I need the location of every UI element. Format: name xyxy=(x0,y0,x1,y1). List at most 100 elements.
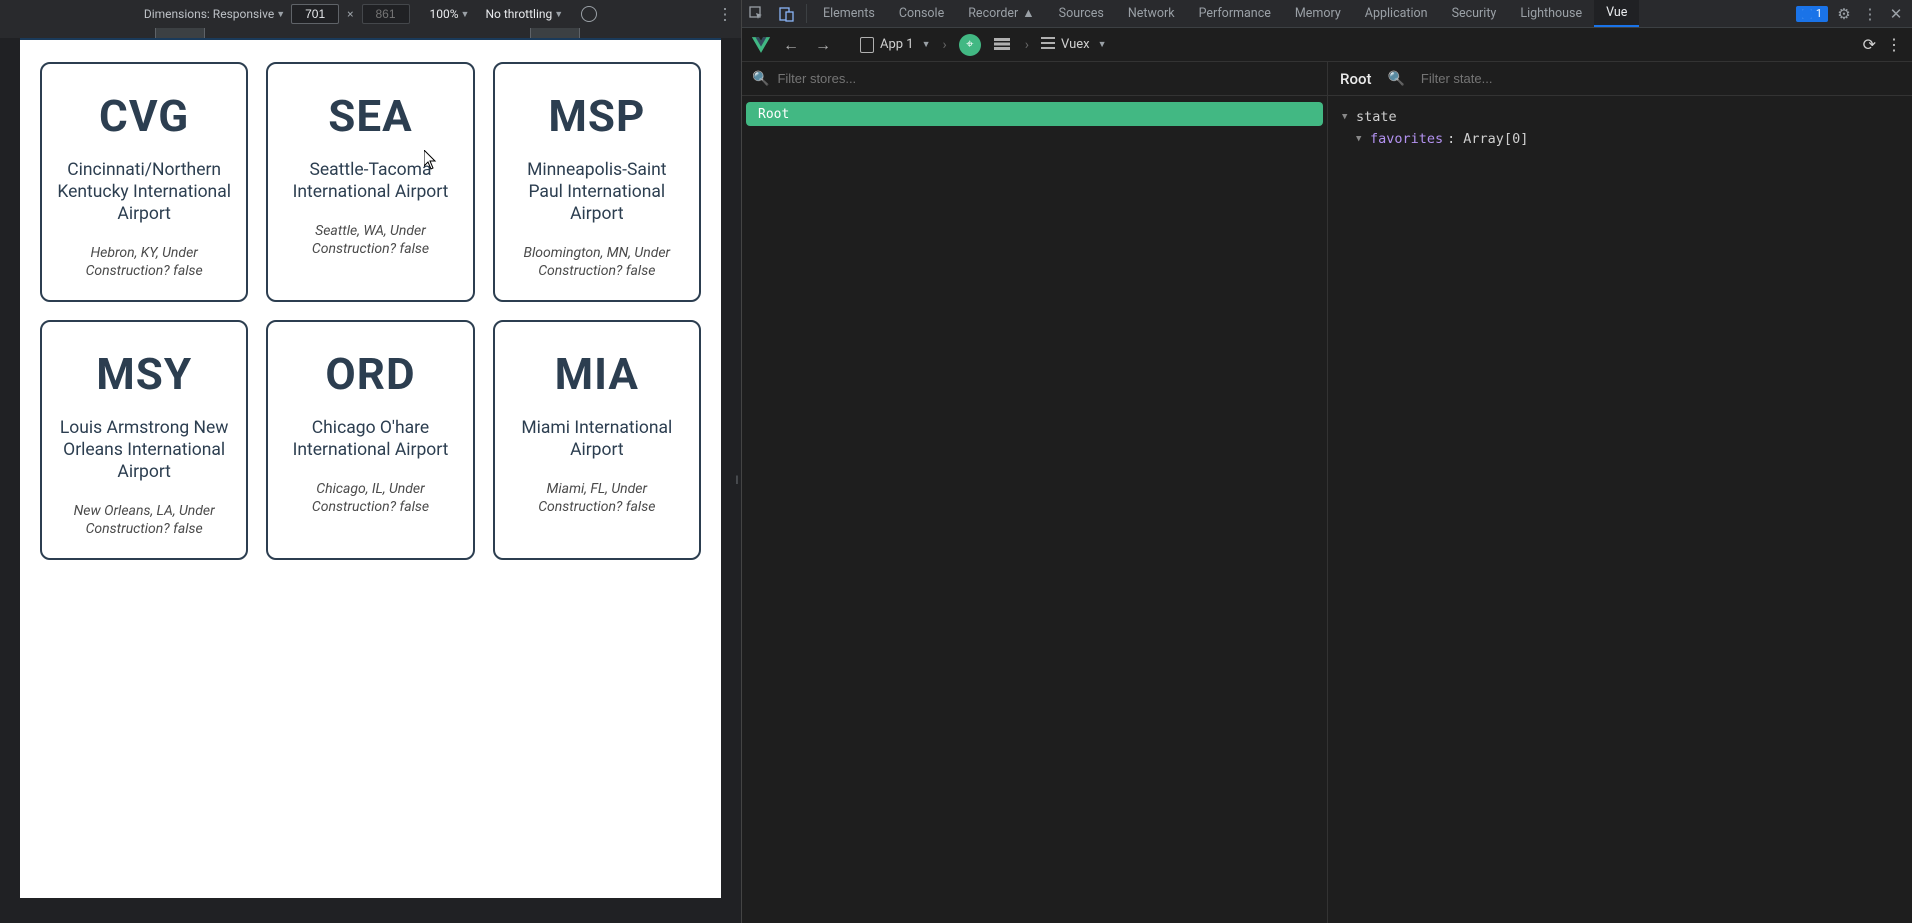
app-label: App 1 xyxy=(880,37,914,52)
airport-code: ORD xyxy=(325,348,415,400)
breadcrumb-separator: › xyxy=(941,37,949,53)
devtools-tab-memory[interactable]: Memory xyxy=(1283,0,1353,27)
store-tree-item-label: Root xyxy=(758,107,789,122)
chevron-down-icon: ▼ xyxy=(554,9,563,20)
devtools-tab-performance[interactable]: Performance xyxy=(1187,0,1283,27)
vue-devtools-toolbar: ← → App 1 ▼ › ⌖ › Vuex ▼ ⟳ ⋮ xyxy=(742,28,1912,62)
settings-gear-icon[interactable]: ⚙ xyxy=(1834,5,1854,23)
search-icon: 🔍 xyxy=(1387,71,1404,87)
resize-handle[interactable]: || xyxy=(731,461,741,501)
devtools-tab-label: Recorder xyxy=(968,6,1018,21)
devtools-tab-label: Memory xyxy=(1295,6,1341,21)
devtools-tab-application[interactable]: Application xyxy=(1353,0,1440,27)
filter-stores-input[interactable] xyxy=(777,71,1317,86)
vue-logo-icon xyxy=(752,36,770,54)
devtools-tab-label: Elements xyxy=(823,6,875,21)
more-options-icon[interactable]: ⋮ xyxy=(1886,35,1902,54)
inspector-label: Vuex xyxy=(1061,37,1090,52)
inspector-components-icon[interactable]: ⌖ xyxy=(959,34,981,56)
airport-card-grid: CVG Cincinnati/Northern Kentucky Internat… xyxy=(20,40,721,582)
caret-down-icon: ▼ xyxy=(1356,128,1366,150)
airport-name: Cincinnati/Northern Kentucky Internation… xyxy=(56,160,232,226)
stores-panel: 🔍 Root xyxy=(742,62,1328,923)
airport-name: Louis Armstrong New Orleans Internationa… xyxy=(56,418,232,484)
devtools-tab-lighthouse[interactable]: Lighthouse xyxy=(1508,0,1594,27)
width-input[interactable] xyxy=(291,4,339,24)
dimensions-separator: × xyxy=(345,7,355,21)
toggle-device-icon[interactable] xyxy=(772,0,802,27)
document-icon xyxy=(860,37,874,53)
state-value-label: Array[0] xyxy=(1463,128,1528,150)
dimensions-dropdown[interactable]: Dimensions: Responsive ▼ xyxy=(144,7,285,21)
airport-card[interactable]: MSY Louis Armstrong New Orleans Internati… xyxy=(40,320,248,560)
devtools-tab-label: Vue xyxy=(1606,5,1627,20)
devtools-tab-label: Console xyxy=(899,6,944,21)
back-button[interactable]: ← xyxy=(780,35,802,55)
breadcrumb-separator: › xyxy=(1023,37,1031,53)
devtools-tab-console[interactable]: Console xyxy=(887,0,956,27)
recorder-badge-icon: ▲ xyxy=(1022,6,1034,21)
chevron-down-icon: ▼ xyxy=(1098,39,1107,50)
devtools-tabs: Elements Console Recorder ▲ Sources Network P… xyxy=(742,0,1912,28)
devtools-tab-label: Security xyxy=(1452,6,1497,21)
close-devtools-icon[interactable]: ✕ xyxy=(1886,5,1906,23)
forward-button[interactable]: → xyxy=(812,35,834,55)
airport-location: Seattle, WA, Under Construction? false xyxy=(282,222,458,258)
devtools-tab-sources[interactable]: Sources xyxy=(1047,0,1116,27)
state-tree: ▼ state ▼ favorites: Array[0] xyxy=(1328,96,1912,160)
devtools-tab-label: Sources xyxy=(1059,6,1104,21)
airport-card[interactable]: ORDChicago O'hare International AirportC… xyxy=(266,320,474,560)
airport-code: MSY xyxy=(96,348,192,400)
filter-stores-row: 🔍 xyxy=(742,62,1327,96)
state-title: Root xyxy=(1340,70,1371,88)
more-options-icon[interactable]: ⋮ xyxy=(717,5,733,24)
issues-count: 1 xyxy=(1816,7,1822,20)
store-tree-item-root[interactable]: Root xyxy=(746,102,1323,126)
inspect-element-icon[interactable] xyxy=(742,0,772,27)
airport-card[interactable]: MSP Minneapolis-Saint Paul International … xyxy=(493,62,701,302)
airport-location: New Orleans, LA, Under Construction? fal… xyxy=(56,502,232,538)
airport-code: MSP xyxy=(548,90,645,142)
device-emulation-panel: Dimensions: Responsive ▼ × 100% ▼ No thr… xyxy=(0,0,742,923)
devtools-tab-recorder[interactable]: Recorder ▲ xyxy=(956,0,1046,27)
height-input[interactable] xyxy=(362,4,410,24)
airport-code: SEA xyxy=(328,90,412,142)
devtools-tab-security[interactable]: Security xyxy=(1440,0,1509,27)
devtools-tab-label: Application xyxy=(1365,6,1428,21)
state-tree-row[interactable]: ▼ favorites: Array[0] xyxy=(1342,128,1898,150)
filter-state-input[interactable] xyxy=(1421,71,1900,86)
timeline-icon[interactable] xyxy=(991,35,1013,54)
airport-code: CVG xyxy=(99,90,189,142)
list-icon xyxy=(1041,37,1055,53)
airport-location: Hebron, KY, Under Construction? false xyxy=(56,244,232,280)
devtools-tab-elements[interactable]: Elements xyxy=(811,0,887,27)
issues-badge[interactable]: 1 xyxy=(1796,6,1828,22)
airport-card[interactable]: CVG Cincinnati/Northern Kentucky Internat… xyxy=(40,62,248,302)
throttling-dropdown[interactable]: No throttling ▼ xyxy=(485,7,563,21)
devtools-tab-network[interactable]: Network xyxy=(1116,0,1187,27)
inspector-selector[interactable]: Vuex ▼ xyxy=(1041,37,1107,53)
airport-name: Minneapolis-Saint Paul International Air… xyxy=(509,160,685,226)
airport-code: MIA xyxy=(555,348,639,400)
chevron-down-icon: ▼ xyxy=(276,9,285,20)
app-selector[interactable]: App 1 ▼ xyxy=(860,37,931,53)
more-icon[interactable]: ⋮ xyxy=(1860,5,1880,23)
refresh-icon[interactable]: ⟳ xyxy=(1863,35,1876,54)
zoom-label: 100% xyxy=(430,7,459,21)
state-tree-row[interactable]: ▼ state xyxy=(1342,106,1898,128)
chevron-down-icon: ▼ xyxy=(922,39,931,50)
devtools-tab-label: Network xyxy=(1128,6,1175,21)
rotate-icon[interactable] xyxy=(581,6,597,22)
device-toolbar: Dimensions: Responsive ▼ × 100% ▼ No thr… xyxy=(0,0,741,28)
devtools-tab-label: Lighthouse xyxy=(1520,6,1582,21)
state-key-label: state xyxy=(1356,106,1397,128)
airport-location: Bloomington, MN, Under Construction? fal… xyxy=(509,244,685,280)
chevron-down-icon: ▼ xyxy=(461,9,470,20)
caret-down-icon: ▼ xyxy=(1342,106,1352,128)
airport-card[interactable]: MIAMiami International AirportMiami, FL,… xyxy=(493,320,701,560)
zoom-dropdown[interactable]: 100% ▼ xyxy=(430,7,470,21)
airport-card[interactable]: SEASeattle-Tacoma International AirportS… xyxy=(266,62,474,302)
devtools-tab-vue[interactable]: Vue xyxy=(1594,0,1639,27)
search-icon: 🔍 xyxy=(752,71,769,87)
devtools-tab-label: Performance xyxy=(1199,6,1271,21)
